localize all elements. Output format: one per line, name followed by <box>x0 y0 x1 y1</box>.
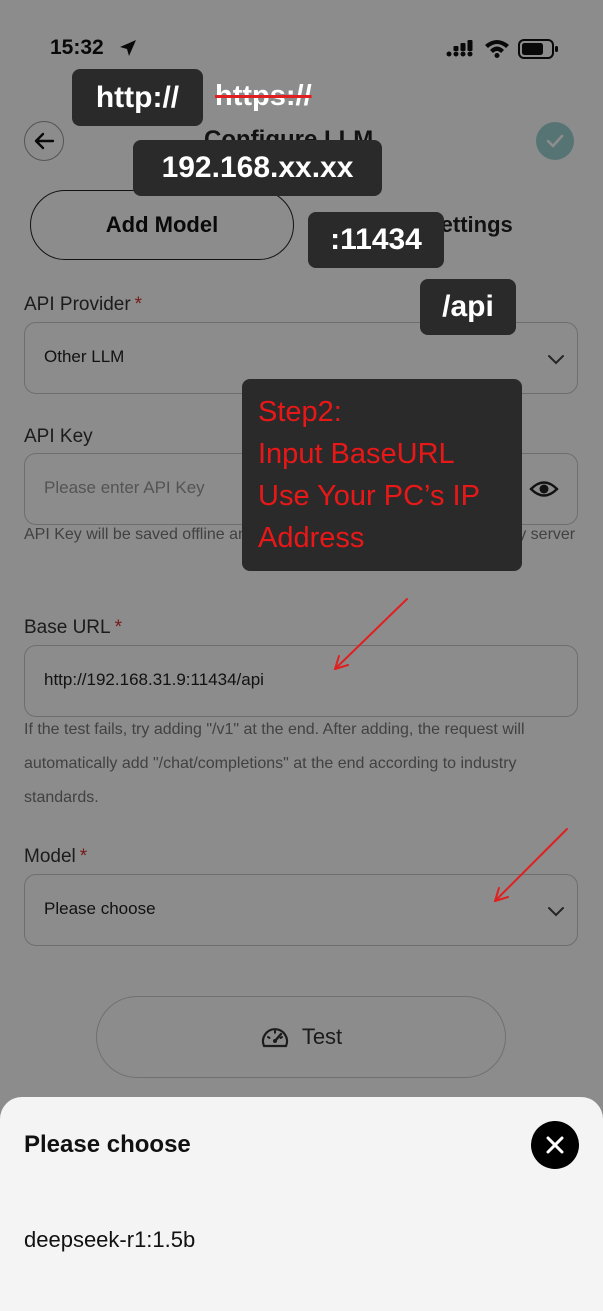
close-icon <box>546 1136 564 1154</box>
arrow-to-model <box>494 828 568 902</box>
model-picker-sheet: Please choose deepseek-r1:1.5b <box>0 1097 603 1311</box>
close-button[interactable] <box>531 1121 579 1169</box>
sheet-title: Please choose <box>24 1131 191 1158</box>
arrow-to-base-url <box>334 598 408 670</box>
model-option[interactable]: deepseek-r1:1.5b <box>24 1227 195 1253</box>
configure-llm-screen: 15:32 Configure LLM Add Model Settings A… <box>0 0 603 1311</box>
